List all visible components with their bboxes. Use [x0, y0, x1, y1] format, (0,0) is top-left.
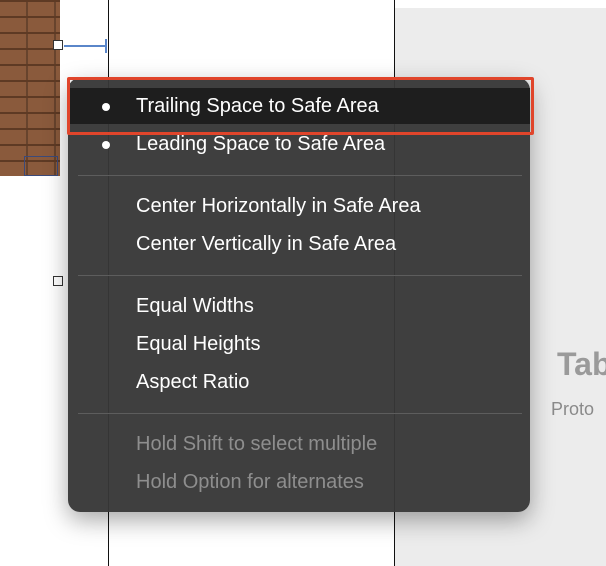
menu-separator [78, 175, 522, 176]
menu-item-label: Center Horizontally in Safe Area [136, 195, 421, 217]
menu-separator [78, 413, 522, 414]
menu-hint-label: Hold Shift to select multiple [136, 433, 378, 455]
scene-title: Tab [557, 346, 606, 382]
menu-hint-label: Hold Option for alternates [136, 471, 364, 493]
menu-item-label: Equal Widths [136, 295, 254, 317]
menu-item-equal-widths[interactable]: Equal Widths [68, 288, 530, 324]
menu-item-label: Equal Heights [136, 333, 261, 355]
constraint-cap [105, 39, 107, 53]
menu-item-label: Center Vertically in Safe Area [136, 233, 397, 255]
menu-hint-option: Hold Option for alternates [68, 464, 530, 500]
resize-handle[interactable] [53, 40, 63, 50]
bullet-icon [102, 141, 110, 149]
menu-item-equal-heights[interactable]: Equal Heights [68, 326, 530, 362]
image-view-frame [24, 156, 58, 176]
constraints-context-menu: Trailing Space to Safe Area Leading Spac… [68, 78, 530, 512]
highlight-outline [67, 77, 534, 135]
menu-item-label: Aspect Ratio [136, 371, 250, 393]
resize-handle[interactable] [53, 276, 63, 286]
constraint-line [64, 45, 106, 47]
menu-item-center-horizontally[interactable]: Center Horizontally in Safe Area [68, 188, 530, 224]
menu-separator [78, 275, 522, 276]
scene-subtitle: Proto [551, 399, 595, 419]
menu-item-aspect-ratio[interactable]: Aspect Ratio [68, 364, 530, 400]
menu-item-center-vertically[interactable]: Center Vertically in Safe Area [68, 226, 530, 262]
menu-hint-shift: Hold Shift to select multiple [68, 426, 530, 462]
brick-image-view[interactable] [0, 0, 60, 176]
